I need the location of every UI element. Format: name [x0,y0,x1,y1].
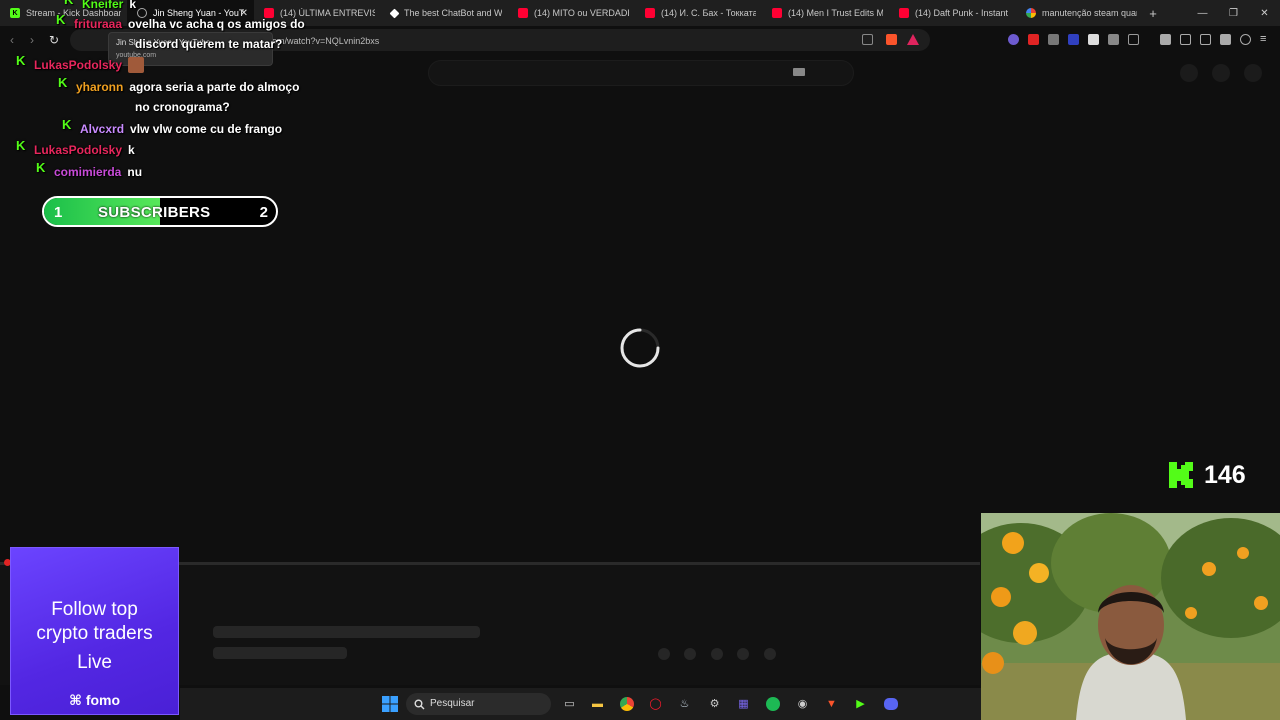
wallet-icon[interactable] [1200,34,1211,45]
search-icon [414,697,425,715]
chat-message: K yharonn agora seria a parte do almoço [58,75,300,94]
taskbar-search[interactable]: Pesquisar [406,693,551,715]
maximize-icon[interactable]: ❐ [1218,0,1249,26]
subscribers-goal-bar: 1 SUBSCRIBERS 2 [42,196,278,227]
extension-icon[interactable] [1068,34,1079,45]
ad-text: Follow top crypto traders [36,599,153,644]
tab-bach-toccata[interactable]: (14) И. С. Бах - Токката и [635,0,762,26]
brave-icon[interactable]: ▼ [823,695,840,712]
kick-app-icon[interactable]: ▶ [852,695,869,712]
chat-message: K frituraaa ovelha vc acha q os amigos d… [56,12,305,31]
kick-badge-icon: K [62,117,72,132]
chatbot-icon [389,8,400,18]
close-window-icon[interactable]: ✕ [1249,0,1280,26]
discord-icon[interactable] [882,695,899,712]
youtube-icon [518,8,528,18]
media-icon[interactable] [1160,34,1171,45]
reload-icon[interactable]: ↻ [49,33,59,47]
screenshot-icon[interactable] [1128,34,1139,45]
file-explorer-icon[interactable]: ▬ [589,695,606,712]
extension-icon[interactable] [1048,34,1059,45]
chat-message: K LukasPodolsky [16,53,145,75]
window-controls: ― ❐ ✕ [1187,0,1280,26]
forward-icon[interactable]: › [30,33,34,47]
brave-shield-icon[interactable] [886,34,897,45]
tab-chatbot[interactable]: The best ChatBot and Wi [381,0,508,26]
windows-start-icon[interactable] [381,695,398,712]
skeleton-dot [764,648,776,660]
chat-message: K comimierda nu [36,160,143,179]
subtitle-skeleton [213,647,347,659]
extension-icon[interactable] [1008,34,1019,45]
tab-mito-ou-verdade[interactable]: (14) MITO ou VERDADE: Tu [508,0,635,26]
google-icon [1026,8,1036,18]
tab-manutencao-steam[interactable]: manutenção steam quant [1016,0,1143,26]
youtube-icon [645,8,655,18]
chat-message-continuation: no cronograma? [135,100,230,114]
chat-message: K Alvcxrd vlw vlw come cu de frango [62,117,283,136]
settings-icon[interactable]: ⚙ [706,695,723,712]
webcam-image [981,513,1280,720]
extensions-puzzle-icon[interactable] [1108,34,1119,45]
sidebar-icon[interactable] [1180,34,1191,45]
youtube-icon [899,8,909,18]
youtube-icon [772,8,782,18]
skeleton-dot [658,648,670,660]
opera-gx-icon[interactable]: ◯ [647,695,664,712]
chat-message: K Kneifer k [64,0,136,14]
viewer-count: 146 [1168,460,1246,490]
fomo-logo: ⌘ fomo [68,692,121,708]
kick-badge-icon: K [64,0,74,6]
kick-icon: K [10,8,20,18]
skeleton-avatar [1244,64,1262,82]
fomo-logo-icon: ⌘ [68,692,86,708]
skeleton-icon [1180,64,1198,82]
spotify-icon[interactable] [764,695,781,712]
app-grid-icon[interactable]: ▦ [735,695,752,712]
address-url[interactable]: om/watch?v=NQLvnin2bxs [272,36,379,46]
kick-logo-icon [1169,462,1193,488]
app-icon[interactable]: ◉ [794,695,811,712]
extension-icon[interactable] [1028,34,1039,45]
minimize-icon[interactable]: ― [1187,0,1218,26]
loading-spinner-icon [620,328,660,368]
skeleton-dot [711,648,723,660]
chat-message-continuation: discord querem te matar? [135,37,283,51]
kick-badge-icon: K [16,138,26,153]
share-icon[interactable] [862,34,873,45]
back-icon[interactable]: ‹ [10,33,14,47]
menu-icon[interactable]: ≡ [1260,34,1271,45]
keyboard-icon[interactable] [793,68,805,76]
leo-ai-icon[interactable] [1220,34,1231,45]
kick-badge-icon: K [36,160,46,175]
steam-icon[interactable]: ♨ [676,695,693,712]
brave-rewards-icon[interactable] [907,34,919,45]
kick-badge-icon: K [56,12,66,27]
tab-daft-punk[interactable]: (14) Daft Punk - Instant C [889,0,1016,26]
youtube-search-bar-placeholder[interactable] [428,60,854,86]
chrome-icon[interactable] [618,695,635,712]
kick-badge-icon: K [58,75,68,90]
extension-icon[interactable] [1088,34,1099,45]
skeleton-icon [1212,64,1230,82]
vpn-icon[interactable] [1240,34,1251,45]
title-skeleton [213,626,480,638]
chat-message: K LukasPodolsky k [16,138,135,157]
skeleton-dot [684,648,696,660]
tab-men-i-trust[interactable]: (14) Men I Trust Edits Mix [762,0,889,26]
kick-badge-icon: K [16,53,26,68]
skeleton-dot [737,648,749,660]
emote-icon [128,57,145,73]
fomo-ad-banner[interactable]: Follow top crypto traders Live ⌘ fomo [10,547,179,715]
webcam-feed [981,513,1280,720]
new-tab-button[interactable]: + [1143,6,1163,21]
task-view-icon[interactable]: ▭ [561,695,578,712]
